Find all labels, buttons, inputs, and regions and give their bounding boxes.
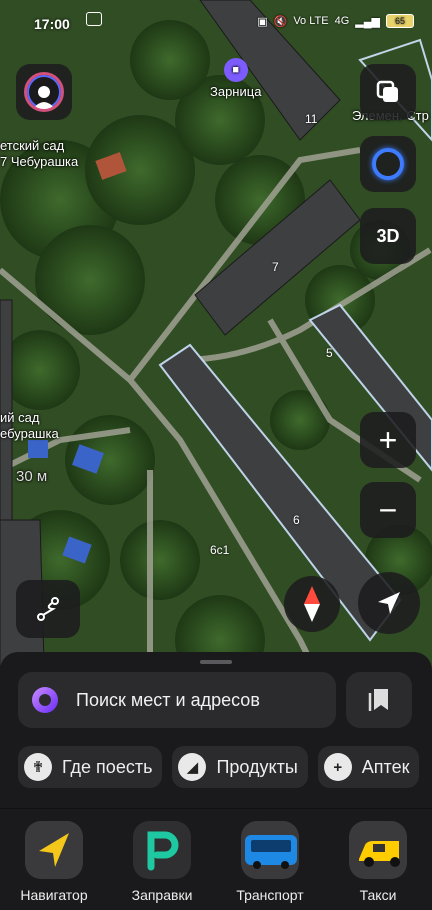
chip-label: Где поесть bbox=[62, 756, 153, 777]
route-button[interactable] bbox=[16, 580, 80, 638]
signal-label: 4G bbox=[334, 15, 350, 27]
navigator-arrow-icon bbox=[25, 821, 83, 879]
app-transport[interactable]: Транспорт bbox=[222, 821, 318, 903]
compass-icon bbox=[304, 586, 320, 622]
bottom-sheet[interactable]: Поиск мест и адресов ✟ Где поесть ◢ Прод… bbox=[0, 652, 432, 808]
chip-where-to-eat[interactable]: ✟ Где поесть bbox=[18, 746, 163, 788]
chip-label: Аптек bbox=[361, 756, 410, 777]
taxi-car-icon bbox=[349, 821, 407, 879]
app-navigator[interactable]: Навигатор bbox=[6, 821, 102, 903]
profile-button[interactable] bbox=[16, 64, 72, 120]
status-time: 17:00 bbox=[34, 16, 70, 32]
zoom-out-button[interactable]: − bbox=[360, 482, 416, 538]
3d-mode-button[interactable]: 3D bbox=[360, 208, 416, 264]
mute-icon: 🔇 bbox=[273, 15, 288, 28]
nfc-icon: ▣ bbox=[257, 15, 268, 28]
alice-icon[interactable] bbox=[32, 687, 58, 713]
layers-button[interactable] bbox=[360, 64, 416, 120]
app-taxi[interactable]: Такси bbox=[330, 821, 426, 903]
route-icon bbox=[37, 597, 59, 621]
app-label: Такси bbox=[359, 887, 397, 903]
poi-icon[interactable]: ■ bbox=[223, 58, 248, 82]
basket-icon: ◢ bbox=[178, 753, 207, 781]
plus-icon: + bbox=[323, 753, 352, 781]
bookmarks-icon bbox=[368, 689, 388, 711]
poi-kindergarten-label-2[interactable]: ий сад ебурашка bbox=[0, 410, 59, 442]
app-label: Заправки bbox=[131, 887, 193, 903]
location-arrow-icon bbox=[378, 592, 400, 614]
search-placeholder: Поиск мест и адресов bbox=[76, 689, 260, 710]
app-label: Транспорт bbox=[236, 887, 304, 903]
zoom-in-button[interactable]: + bbox=[360, 412, 416, 468]
notification-icon bbox=[86, 12, 102, 26]
poi-kindergarten-label[interactable]: етский сад 7 Чебурашка bbox=[0, 138, 78, 170]
poi-zarnitsa-label[interactable]: Зарница bbox=[210, 84, 261, 99]
alice-ring-icon bbox=[372, 148, 404, 180]
network-label: Vo LTE bbox=[293, 15, 329, 27]
category-chips: ✟ Где поесть ◢ Продукты + Аптек bbox=[18, 746, 432, 788]
avatar bbox=[24, 72, 64, 112]
my-location-button[interactable] bbox=[358, 572, 420, 634]
scale-label: 30 м bbox=[16, 468, 48, 485]
signal-icon: ▂▄▆ bbox=[355, 15, 380, 28]
app-label: Навигатор bbox=[20, 887, 88, 903]
fork-knife-icon: ✟ bbox=[24, 753, 52, 781]
chip-label: Продукты bbox=[216, 756, 298, 777]
battery-level: 65 bbox=[394, 16, 405, 26]
app-fuel[interactable]: Заправки bbox=[114, 821, 210, 903]
building-number: 11 bbox=[305, 112, 318, 126]
fuel-p-icon bbox=[133, 821, 191, 879]
services-bar: Навигатор Заправки Транспорт Такси bbox=[0, 808, 432, 910]
sheet-drag-handle[interactable] bbox=[200, 660, 232, 664]
user-icon bbox=[33, 86, 55, 109]
layers-icon bbox=[376, 80, 398, 102]
bookmarks-button[interactable] bbox=[346, 672, 412, 728]
alice-assistant-button[interactable] bbox=[360, 136, 416, 192]
bus-icon bbox=[241, 821, 299, 879]
building-number: 6с1 bbox=[210, 543, 230, 557]
battery-icon: 65 bbox=[386, 14, 414, 28]
chip-groceries[interactable]: ◢ Продукты bbox=[172, 746, 308, 788]
chip-pharmacy[interactable]: + Аптек bbox=[317, 746, 420, 788]
building-number: 7 bbox=[272, 260, 279, 274]
status-bar: 17:00 ▣ 🔇 Vo LTE 4G ▂▄▆ 65 bbox=[0, 0, 432, 46]
building-number: 6 bbox=[293, 513, 300, 527]
building-number: 5 bbox=[326, 346, 333, 360]
search-field[interactable]: Поиск мест и адресов bbox=[18, 672, 336, 728]
compass-button[interactable] bbox=[284, 576, 340, 632]
